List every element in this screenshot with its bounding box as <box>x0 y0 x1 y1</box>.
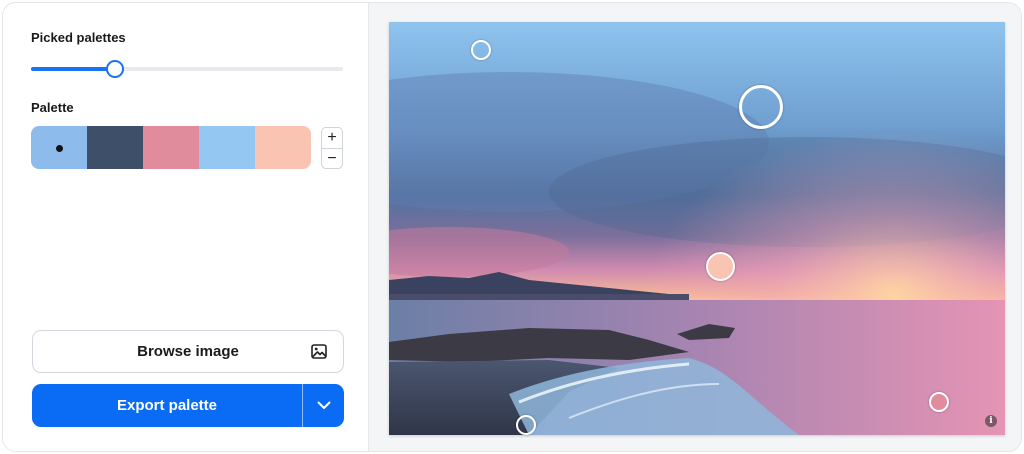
picked-palettes-label: Picked palettes <box>31 30 126 45</box>
slider-thumb[interactable] <box>106 60 125 78</box>
picked-palettes-slider[interactable] <box>31 59 343 79</box>
selected-swatch-indicator <box>56 144 63 152</box>
color-picker-handle[interactable] <box>929 392 949 412</box>
image-panel: i <box>369 3 1021 451</box>
palette-swatch-1[interactable] <box>31 126 87 169</box>
app-window: Picked palettes Palette + − Browse image <box>2 2 1022 452</box>
palette-swatch-3[interactable] <box>143 126 199 169</box>
color-picker-handle[interactable] <box>706 252 735 281</box>
sunset-beach-photo <box>389 22 1005 435</box>
color-picker-handle[interactable] <box>471 40 491 60</box>
slider-fill <box>31 67 116 71</box>
export-palette-button[interactable]: Export palette <box>32 384 302 427</box>
color-picker-handle[interactable] <box>739 85 783 129</box>
controls-panel: Picked palettes Palette + − Browse image <box>3 3 369 451</box>
palette-size-stepper: + − <box>321 127 343 169</box>
browse-image-button[interactable]: Browse image <box>32 330 344 373</box>
add-color-button[interactable]: + <box>322 128 342 148</box>
export-palette-split-button: Export palette <box>32 384 344 427</box>
palette-swatch-5[interactable] <box>255 126 311 169</box>
browse-image-label: Browse image <box>137 343 239 360</box>
palette-swatch-2[interactable] <box>87 126 143 169</box>
palette-label: Palette <box>31 100 74 115</box>
info-icon[interactable]: i <box>985 415 997 427</box>
source-image[interactable]: i <box>389 22 1005 435</box>
chevron-down-icon <box>317 401 330 409</box>
export-options-dropdown[interactable] <box>303 384 344 427</box>
color-picker-handle[interactable] <box>516 415 536 435</box>
palette-swatch-4[interactable] <box>199 126 255 169</box>
image-icon <box>311 344 327 359</box>
palette-swatches <box>31 126 311 169</box>
remove-color-button[interactable]: − <box>322 149 342 168</box>
